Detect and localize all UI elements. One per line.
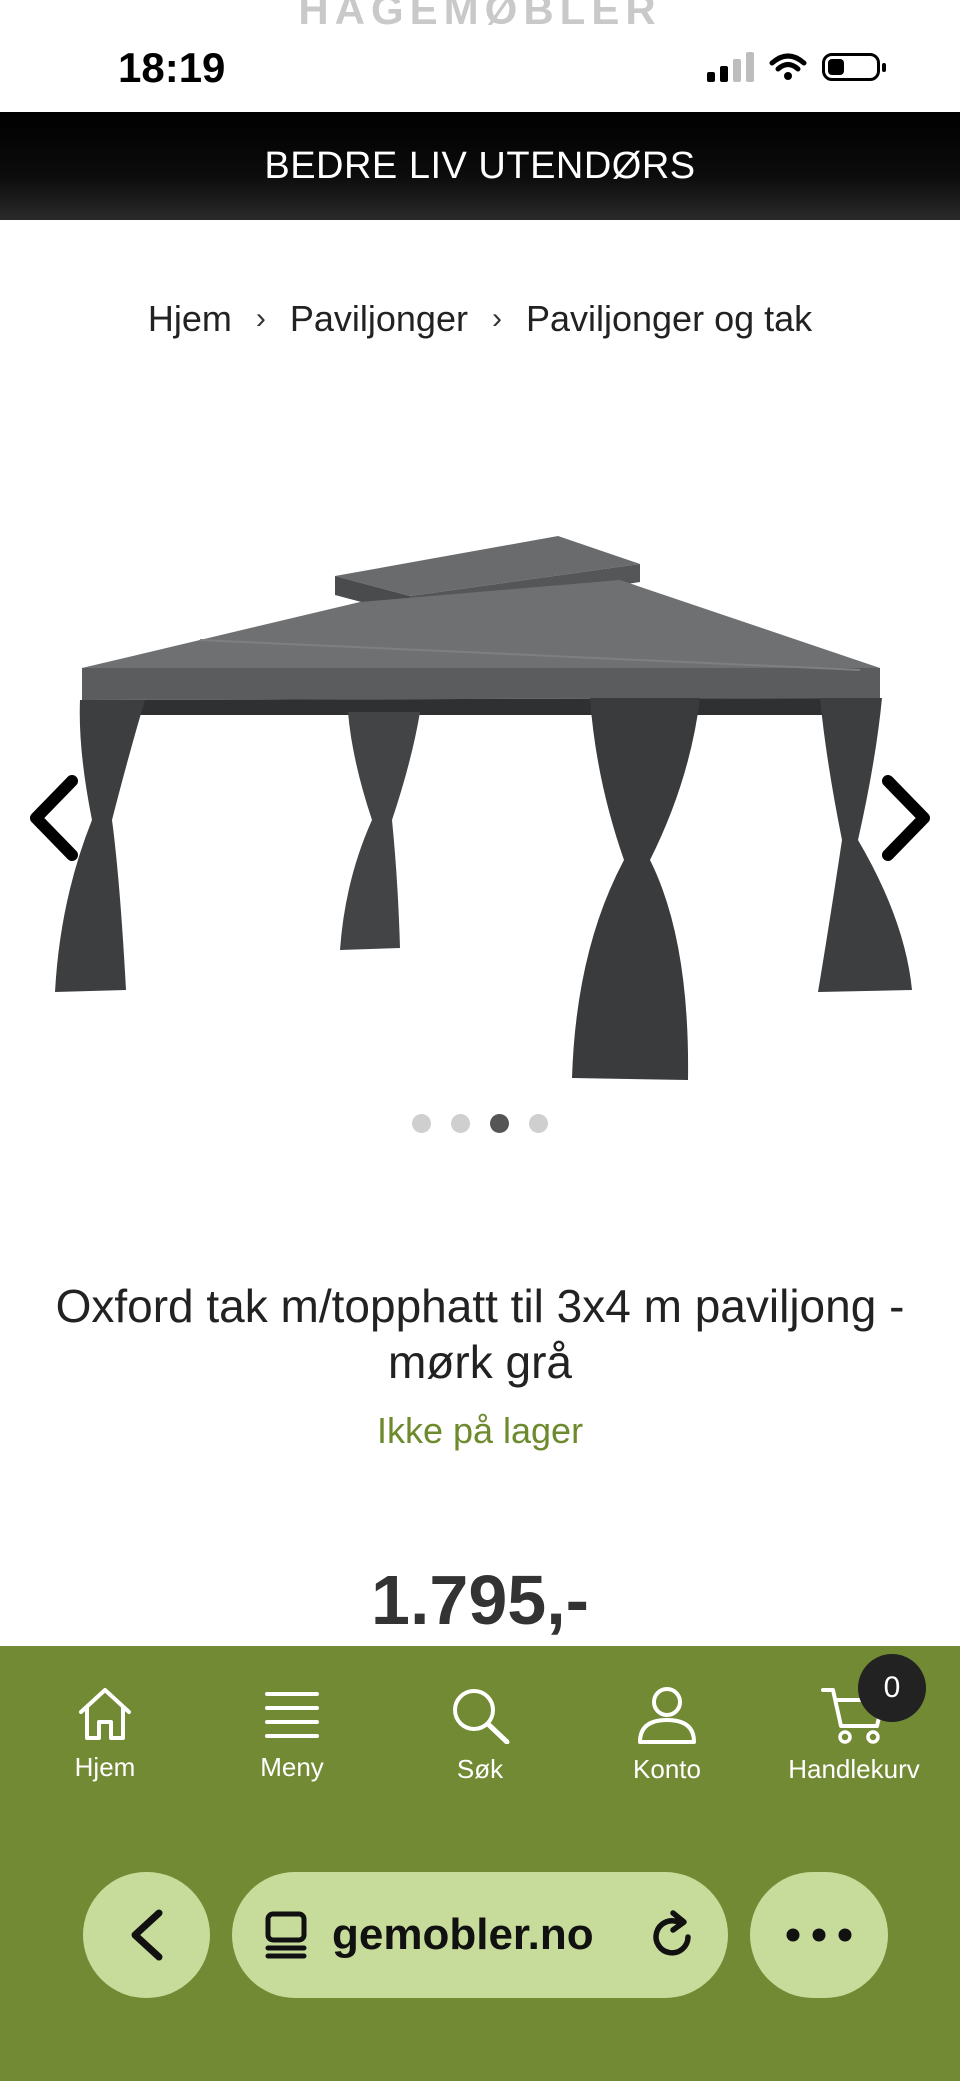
signal-icon	[707, 52, 754, 82]
breadcrumb-item-paviljonger-og-tak[interactable]: Paviljonger og tak	[526, 298, 812, 340]
gallery-next-button[interactable]	[878, 775, 934, 861]
gallery-prev-button[interactable]	[26, 775, 82, 861]
product-price: 1.795,-	[371, 1561, 589, 1639]
nav-account[interactable]: Konto	[587, 1686, 747, 1785]
product-gallery[interactable]	[0, 520, 960, 1100]
battery-icon	[822, 53, 886, 81]
menu-icon	[265, 1692, 319, 1738]
breadcrumb-item-home[interactable]: Hjem	[148, 298, 232, 340]
promo-banner: BEDRE LIV UTENDØRS	[0, 112, 960, 220]
stock-status: Ikke på lager	[376, 1410, 584, 1451]
browser-more-button[interactable]	[750, 1872, 888, 1998]
gallery-dot-active[interactable]	[490, 1114, 509, 1133]
chevron-left-icon	[30, 775, 78, 861]
url-text: gemobler.no	[332, 1910, 594, 1959]
gallery-dot[interactable]	[451, 1114, 470, 1133]
system-icons	[707, 52, 886, 82]
browser-toolbar: gemobler.no	[0, 1872, 960, 2002]
search-icon	[453, 1689, 510, 1744]
tabs-icon	[265, 1911, 307, 1959]
nav-label: Hjem	[74, 1752, 136, 1782]
nav-home[interactable]: Hjem	[25, 1686, 185, 1783]
gallery-pagination	[0, 1114, 960, 1133]
reload-icon[interactable]	[648, 1909, 698, 1961]
chevron-left-icon	[131, 1909, 162, 1961]
home-icon	[79, 1688, 131, 1740]
more-icon	[786, 1928, 852, 1942]
breadcrumb: Hjem › Paviljonger › Paviljonger og tak	[0, 298, 960, 340]
breadcrumb-separator-icon: ›	[491, 302, 502, 335]
nav-search[interactable]: Søk	[400, 1686, 560, 1785]
breadcrumb-item-paviljonger[interactable]: Paviljonger	[290, 298, 468, 340]
bottom-navigation: Hjem Meny Søk Konto Handlekurv 0 gemoble…	[0, 1646, 960, 2081]
nav-label: Konto	[633, 1754, 701, 1784]
product-image	[55, 536, 912, 1080]
nav-menu[interactable]: Meny	[212, 1686, 372, 1783]
address-bar[interactable]: gemobler.no	[232, 1872, 728, 1998]
status-bar: HAGEMØBLER 18:19	[0, 0, 960, 112]
chevron-right-icon	[882, 775, 930, 861]
nav-label: Meny	[260, 1752, 324, 1782]
breadcrumb-separator-icon: ›	[255, 302, 266, 335]
browser-back-button[interactable]	[83, 1872, 210, 1998]
gallery-dot[interactable]	[412, 1114, 431, 1133]
product-title: Oxford tak m/topphatt til 3x4 m paviljon…	[55, 1280, 905, 1388]
gallery-dot[interactable]	[529, 1114, 548, 1133]
user-icon	[638, 1687, 696, 1744]
cart-count-badge: 0	[858, 1654, 926, 1722]
nav-cart[interactable]: Handlekurv 0	[774, 1654, 934, 1785]
background-logo: HAGEMØBLER	[298, 0, 662, 33]
wifi-icon	[769, 53, 807, 80]
status-time: 18:19	[118, 44, 226, 91]
nav-label: Søk	[456, 1754, 504, 1784]
promo-text: BEDRE LIV UTENDØRS	[264, 144, 696, 187]
nav-label: Handlekurv	[788, 1754, 920, 1784]
